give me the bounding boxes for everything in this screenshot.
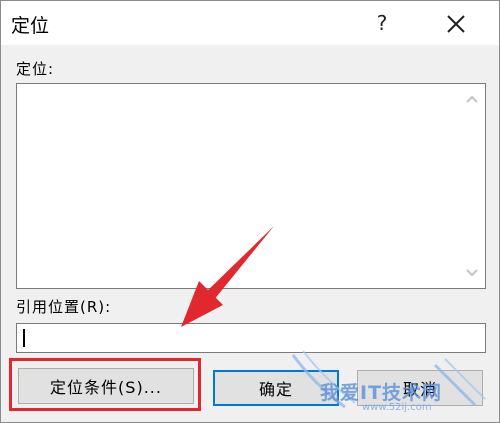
watermark-text: 我爱IT技术网 (320, 382, 443, 404)
watermark-url: www.52ij.com (362, 402, 432, 413)
